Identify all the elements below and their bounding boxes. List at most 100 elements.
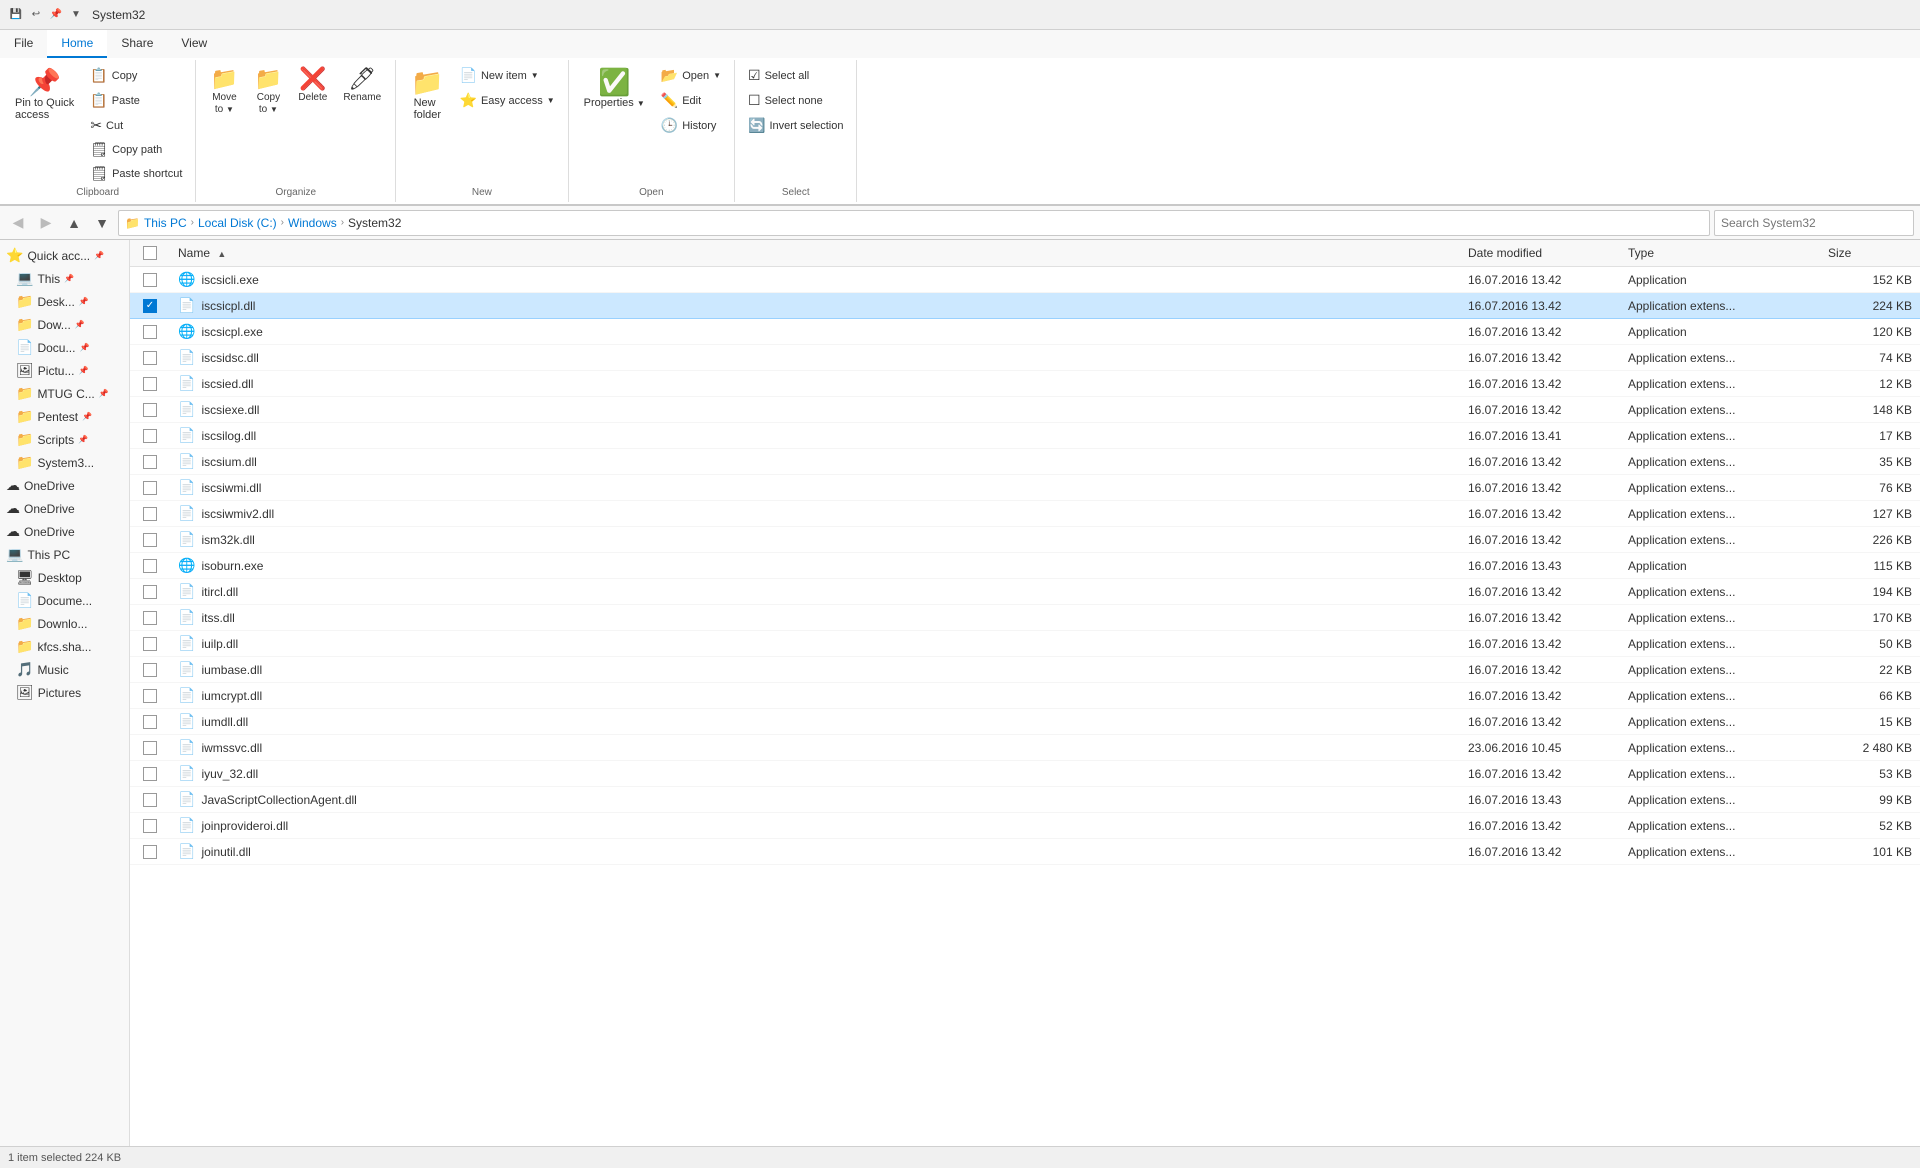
- row-checkbox[interactable]: [143, 481, 157, 495]
- table-row[interactable]: 📄 iscsiexe.dll 16.07.2016 13.42 Applicat…: [130, 397, 1920, 423]
- table-row[interactable]: 📄 iscsied.dll 16.07.2016 13.42 Applicati…: [130, 371, 1920, 397]
- copy-path-button[interactable]: 🗒 Copy path: [85, 138, 187, 161]
- sidebar-item-scripts[interactable]: 📁 Scripts 📌: [0, 428, 129, 451]
- sidebar-item-this-pc[interactable]: 💻 This PC: [0, 543, 129, 566]
- row-checkbox[interactable]: [143, 377, 157, 391]
- row-checkbox-cell[interactable]: [130, 737, 170, 759]
- row-checkbox[interactable]: [143, 273, 157, 287]
- row-checkbox-cell[interactable]: [130, 633, 170, 655]
- rename-button[interactable]: 🖊 Rename: [337, 64, 387, 108]
- row-checkbox-cell[interactable]: [130, 789, 170, 811]
- sidebar-item-onedrive1[interactable]: ☁ OneDrive: [0, 474, 129, 497]
- select-none-button[interactable]: ☐ Select none: [743, 89, 848, 112]
- table-row[interactable]: 📄 iscsilog.dll 16.07.2016 13.41 Applicat…: [130, 423, 1920, 449]
- delete-button[interactable]: ❌ Delete: [292, 64, 333, 108]
- search-input[interactable]: [1714, 210, 1914, 236]
- row-checkbox-cell[interactable]: [130, 503, 170, 525]
- properties-button[interactable]: ✅ Properties ▼: [577, 64, 652, 114]
- sidebar-item-downloads2[interactable]: 📁 Downlo...: [0, 612, 129, 635]
- row-checkbox-cell[interactable]: [130, 711, 170, 733]
- cut-button[interactable]: ✂ Cut: [85, 114, 187, 137]
- tab-file[interactable]: File: [0, 30, 47, 58]
- table-row[interactable]: 📄 iumbase.dll 16.07.2016 13.42 Applicati…: [130, 657, 1920, 683]
- table-row[interactable]: 📄 iumdll.dll 16.07.2016 13.42 Applicatio…: [130, 709, 1920, 735]
- table-row[interactable]: 📄 iscsiwmi.dll 16.07.2016 13.42 Applicat…: [130, 475, 1920, 501]
- row-checkbox[interactable]: [143, 507, 157, 521]
- row-checkbox-cell[interactable]: [130, 607, 170, 629]
- row-checkbox-cell[interactable]: [130, 685, 170, 707]
- table-row[interactable]: 📄 ism32k.dll 16.07.2016 13.42 Applicatio…: [130, 527, 1920, 553]
- row-checkbox[interactable]: [143, 585, 157, 599]
- row-checkbox-cell[interactable]: [130, 529, 170, 551]
- tab-view[interactable]: View: [167, 30, 221, 58]
- table-row[interactable]: 🌐 iscsicli.exe 16.07.2016 13.42 Applicat…: [130, 267, 1920, 293]
- table-row[interactable]: 📄 itircl.dll 16.07.2016 13.42 Applicatio…: [130, 579, 1920, 605]
- row-checkbox-cell[interactable]: [130, 347, 170, 369]
- sidebar-item-this[interactable]: 💻 This 📌: [0, 267, 129, 290]
- row-checkbox-cell[interactable]: [130, 555, 170, 577]
- row-checkbox[interactable]: [143, 689, 157, 703]
- paste-shortcut-button[interactable]: 🗒 Paste shortcut: [85, 162, 187, 185]
- breadcrumb-localdisk[interactable]: Local Disk (C:): [198, 216, 277, 230]
- row-checkbox-cell[interactable]: [130, 399, 170, 421]
- table-row[interactable]: 📄 itss.dll 16.07.2016 13.42 Application …: [130, 605, 1920, 631]
- sidebar-item-pentest[interactable]: 📁 Pentest 📌: [0, 405, 129, 428]
- select-all-checkbox[interactable]: [143, 246, 157, 260]
- copy-button[interactable]: 📋 Copy: [85, 64, 187, 87]
- row-checkbox[interactable]: [143, 611, 157, 625]
- row-checkbox-cell[interactable]: [130, 815, 170, 837]
- invert-selection-button[interactable]: 🔄 Invert selection: [743, 114, 848, 137]
- tab-share[interactable]: Share: [107, 30, 167, 58]
- dropdown-icon[interactable]: ▼: [68, 7, 84, 23]
- table-row[interactable]: 🌐 iscsicpl.exe 16.07.2016 13.42 Applicat…: [130, 319, 1920, 345]
- row-checkbox-cell[interactable]: [130, 451, 170, 473]
- row-checkbox-cell[interactable]: ✓: [130, 295, 170, 317]
- row-checkbox-cell[interactable]: [130, 321, 170, 343]
- table-row[interactable]: 📄 iscsidsc.dll 16.07.2016 13.42 Applicat…: [130, 345, 1920, 371]
- table-row[interactable]: 📄 joinprovideroi.dll 16.07.2016 13.42 Ap…: [130, 813, 1920, 839]
- row-checkbox[interactable]: [143, 351, 157, 365]
- row-checkbox-cell[interactable]: [130, 373, 170, 395]
- sidebar-item-onedrive3[interactable]: ☁ OneDrive: [0, 520, 129, 543]
- row-checkbox[interactable]: [143, 325, 157, 339]
- row-checkbox[interactable]: [143, 455, 157, 469]
- sidebar-item-mtug[interactable]: 📁 MTUG C... 📌: [0, 382, 129, 405]
- table-row[interactable]: 📄 iumcrypt.dll 16.07.2016 13.42 Applicat…: [130, 683, 1920, 709]
- table-row[interactable]: 🌐 isoburn.exe 16.07.2016 13.43 Applicati…: [130, 553, 1920, 579]
- row-checkbox[interactable]: [143, 663, 157, 677]
- table-row[interactable]: 📄 iscsiwmiv2.dll 16.07.2016 13.42 Applic…: [130, 501, 1920, 527]
- sidebar-item-kfcs[interactable]: 📁 kfcs.sha...: [0, 635, 129, 658]
- header-type[interactable]: Type: [1620, 240, 1820, 266]
- easy-access-button[interactable]: ⭐ Easy access ▼: [455, 89, 560, 112]
- sidebar-item-downloads[interactable]: 📁 Dow... 📌: [0, 313, 129, 336]
- row-checkbox-cell[interactable]: [130, 763, 170, 785]
- table-row[interactable]: 📄 iuilp.dll 16.07.2016 13.42 Application…: [130, 631, 1920, 657]
- table-row[interactable]: ✓ 📄 iscsicpl.dll 16.07.2016 13.42 Applic…: [130, 293, 1920, 319]
- select-all-button[interactable]: ☑ Select all: [743, 64, 848, 87]
- row-checkbox[interactable]: [143, 845, 157, 859]
- pin-to-quick-button[interactable]: 📌 Pin to Quickaccess: [8, 64, 81, 126]
- sidebar-item-music[interactable]: 🎵 Music: [0, 658, 129, 681]
- table-row[interactable]: 📄 iscsium.dll 16.07.2016 13.42 Applicati…: [130, 449, 1920, 475]
- open-button[interactable]: 📂 Open ▼: [656, 64, 726, 87]
- copy-to-button[interactable]: 📁 Copyto ▼: [248, 64, 288, 120]
- tab-home[interactable]: Home: [47, 30, 107, 58]
- table-row[interactable]: 📄 joinutil.dll 16.07.2016 13.42 Applicat…: [130, 839, 1920, 865]
- row-checkbox[interactable]: [143, 715, 157, 729]
- edit-button[interactable]: ✏️ Edit: [656, 89, 726, 112]
- up-button[interactable]: ▲: [62, 211, 86, 235]
- history-button[interactable]: 🕒 History: [656, 114, 726, 137]
- paste-button[interactable]: 📋 Paste: [85, 89, 187, 112]
- row-checkbox[interactable]: ✓: [143, 299, 157, 313]
- undo-icon[interactable]: ↩: [28, 7, 44, 23]
- dropdown-recent-button[interactable]: ▼: [90, 211, 114, 235]
- row-checkbox[interactable]: [143, 429, 157, 443]
- sidebar-item-desktop2[interactable]: 🖥 Desktop: [0, 566, 129, 589]
- sidebar-item-onedrive2[interactable]: ☁ OneDrive: [0, 497, 129, 520]
- sidebar-item-desktop[interactable]: 📁 Desk... 📌: [0, 290, 129, 313]
- sidebar-item-quick-access[interactable]: ⭐ Quick acc... 📌: [0, 244, 129, 267]
- header-date[interactable]: Date modified: [1460, 240, 1620, 266]
- row-checkbox[interactable]: [143, 559, 157, 573]
- table-row[interactable]: 📄 iyuv_32.dll 16.07.2016 13.42 Applicati…: [130, 761, 1920, 787]
- row-checkbox[interactable]: [143, 533, 157, 547]
